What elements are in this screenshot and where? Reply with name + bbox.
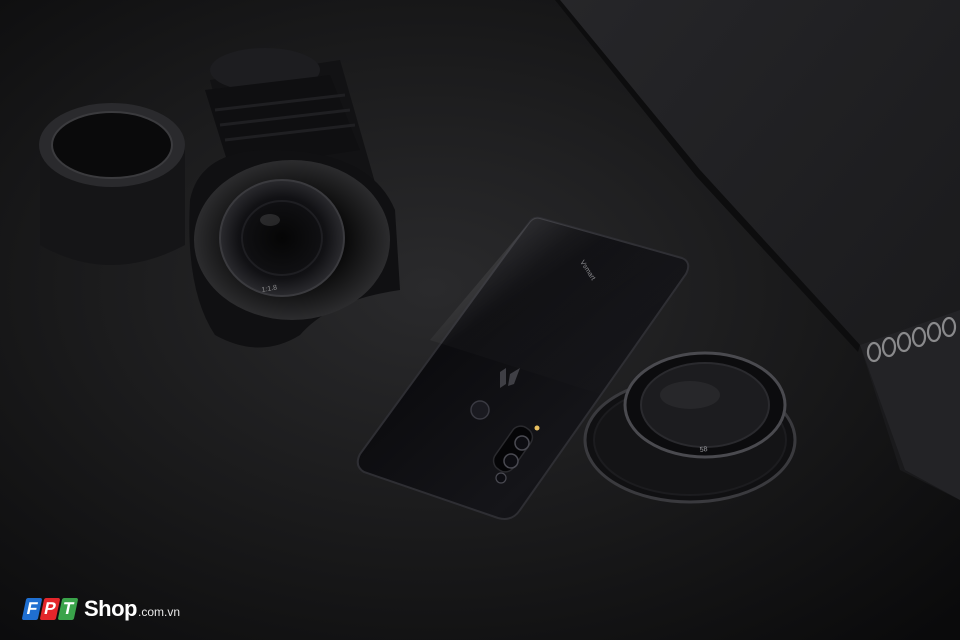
fingerprint-sensor [470,400,490,420]
fpt-letter-t: T [57,598,79,620]
domain-text: .com.vn [138,605,181,619]
shop-text: Shop [84,596,138,621]
filter-marking: 58 [699,446,708,454]
fptshop-watermark: F P T Shop .com.vn [21,592,181,626]
product-photo-scene: 1:1.8 Vsmart 58 [0,0,960,640]
lens-hood-cylinder [39,103,185,265]
